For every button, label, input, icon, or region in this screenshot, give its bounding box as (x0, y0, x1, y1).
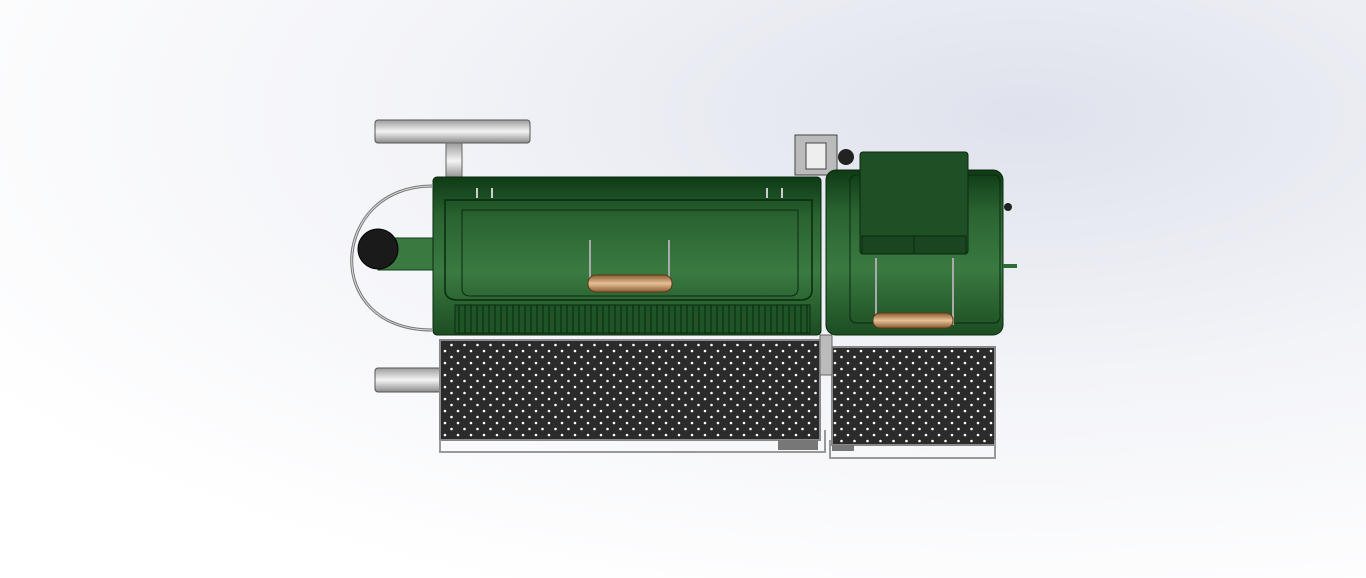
top-wheel (374, 119, 531, 144)
firebox-handle (872, 312, 954, 329)
bottom-wheel (374, 367, 442, 393)
stack-cap (357, 228, 399, 270)
axle-post (445, 142, 463, 180)
vent-fins (454, 304, 811, 334)
right-tray (831, 346, 996, 446)
cad-render-smoker (0, 0, 1366, 578)
cook-chamber-handle (587, 274, 673, 293)
left-tray (439, 339, 821, 441)
